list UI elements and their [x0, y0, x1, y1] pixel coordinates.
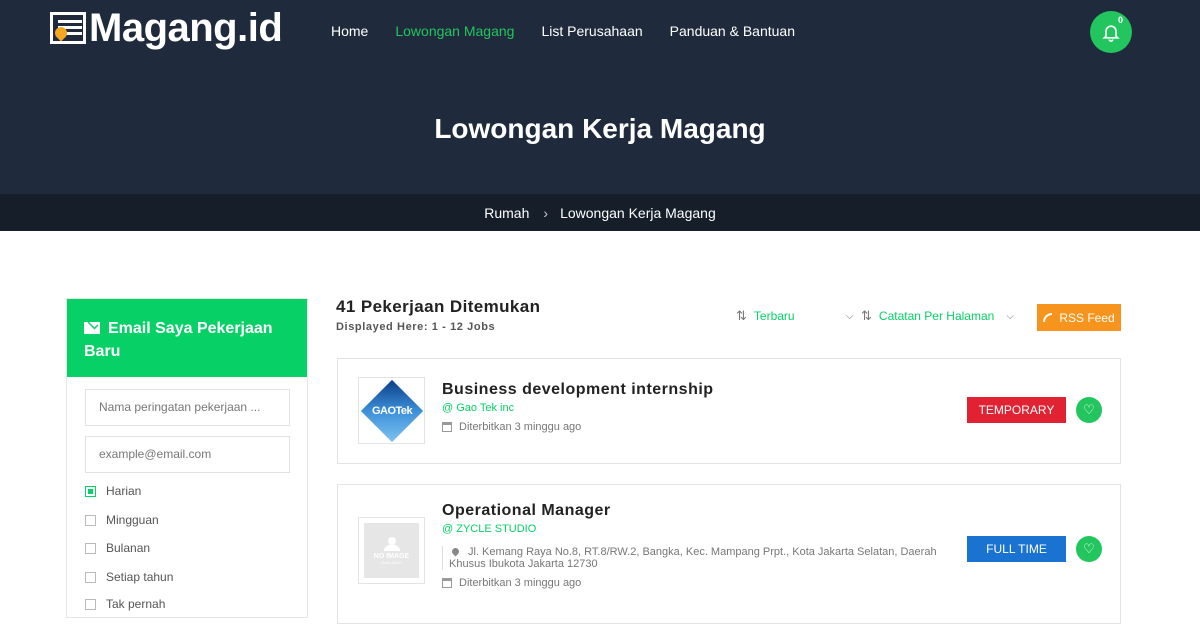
job-alert-panel: Email Saya Pekerjaan Baru Nama peringata… — [66, 298, 308, 618]
nav-list-perusahaan[interactable]: List Perusahaan — [541, 21, 642, 41]
main-nav: Home Lowongan Magang List Perusahaan Pan… — [331, 21, 822, 41]
map-pin-icon — [450, 546, 461, 557]
alert-name-input[interactable]: Nama peringatan pekerjaan ... — [85, 389, 290, 426]
notification-button[interactable]: 0 — [1090, 11, 1132, 53]
company-logo[interactable]: NO IMAGE AVAILABLE — [358, 517, 425, 584]
results-range: Displayed Here: 1 - 12 Jobs — [336, 321, 496, 333]
page-title: Lowongan Kerja Magang — [434, 113, 766, 144]
rss-feed-button[interactable]: RSS Feed — [1037, 304, 1121, 331]
chevron-down-icon: ⌵ — [1006, 310, 1014, 322]
no-image-placeholder: NO IMAGE AVAILABLE — [364, 523, 419, 578]
job-card[interactable]: NO IMAGE AVAILABLE Operational Manager @… — [337, 484, 1121, 624]
job-address: Jl. Kemang Raya No.8, RT.8/RW.2, Bangka,… — [442, 546, 942, 570]
page-header: Magang.id Home Lowongan Magang List Peru… — [0, 0, 1200, 194]
envelope-icon — [84, 322, 100, 334]
job-type-badge: FULL TIME — [967, 536, 1066, 562]
results-count: 41 Pekerjaan Ditemukan — [336, 297, 541, 316]
sort-dropdown[interactable]: ⇅ Terbaru ⌵ — [736, 308, 854, 324]
bell-icon — [1102, 25, 1120, 42]
company-name[interactable]: @ ZYCLE STUDIO — [442, 523, 536, 535]
favorite-button[interactable]: ♡ — [1076, 536, 1102, 562]
frequency-option-tak-pernah[interactable]: Tak pernah — [85, 597, 165, 611]
job-alert-title: Email Saya Pekerjaan Baru — [84, 320, 273, 360]
checkbox[interactable] — [85, 514, 96, 526]
posted-date: Diterbitkan 3 minggu ago — [442, 421, 581, 433]
logo-text: Magang.id — [89, 6, 283, 50]
breadcrumb-home[interactable]: Rumah — [484, 205, 529, 221]
favorite-button[interactable]: ♡ — [1076, 397, 1102, 423]
job-type-badge: TEMPORARY — [967, 397, 1066, 423]
alert-email-input[interactable]: example@email.com — [85, 436, 290, 473]
nav-panduan-bantuan[interactable]: Panduan & Bantuan — [670, 21, 795, 41]
chevron-right-icon: › — [543, 204, 549, 221]
sort-icon: ⇅ — [736, 308, 747, 323]
frequency-option-bulanan[interactable]: Bulanan — [85, 541, 150, 555]
calendar-icon — [442, 578, 452, 588]
breadcrumb-current: Lowongan Kerja Magang — [560, 204, 716, 221]
frequency-option-harian[interactable]: Harian — [85, 484, 141, 498]
per-page-dropdown[interactable]: ⇅ Catatan Per Halaman ⌵ — [861, 308, 1014, 324]
sort-icon: ⇅ — [861, 308, 872, 323]
logo-icon — [50, 12, 86, 44]
people-icon — [381, 536, 403, 551]
notification-count: 0 — [1117, 15, 1123, 25]
company-name[interactable]: @ Gao Tek inc — [442, 402, 514, 414]
checkbox[interactable] — [85, 542, 96, 554]
frequency-option-setiap-tahun[interactable]: Setiap tahun — [85, 570, 173, 584]
job-title[interactable]: Operational Manager — [442, 502, 611, 520]
rss-icon — [1043, 313, 1053, 322]
breadcrumb: Rumah › Lowongan Kerja Magang — [0, 194, 1200, 231]
checkbox[interactable] — [85, 485, 96, 497]
site-logo[interactable]: Magang.id — [50, 6, 283, 50]
posted-date: Diterbitkan 3 minggu ago — [442, 577, 581, 589]
frequency-option-mingguan[interactable]: Mingguan — [85, 513, 159, 527]
job-title[interactable]: Business development internship — [442, 381, 714, 399]
nav-home[interactable]: Home — [331, 21, 368, 41]
chevron-down-icon: ⌵ — [845, 310, 854, 322]
checkbox[interactable] — [85, 598, 96, 610]
job-card[interactable]: GAOTek Business development internship @… — [337, 358, 1121, 464]
job-alert-header: Email Saya Pekerjaan Baru — [67, 299, 307, 377]
nav-lowongan-magang[interactable]: Lowongan Magang — [395, 21, 514, 41]
checkbox[interactable] — [85, 571, 96, 583]
company-logo[interactable]: GAOTek — [358, 377, 425, 444]
heart-icon: ♡ — [1083, 402, 1095, 417]
heart-icon: ♡ — [1083, 541, 1095, 556]
calendar-icon — [442, 422, 452, 432]
